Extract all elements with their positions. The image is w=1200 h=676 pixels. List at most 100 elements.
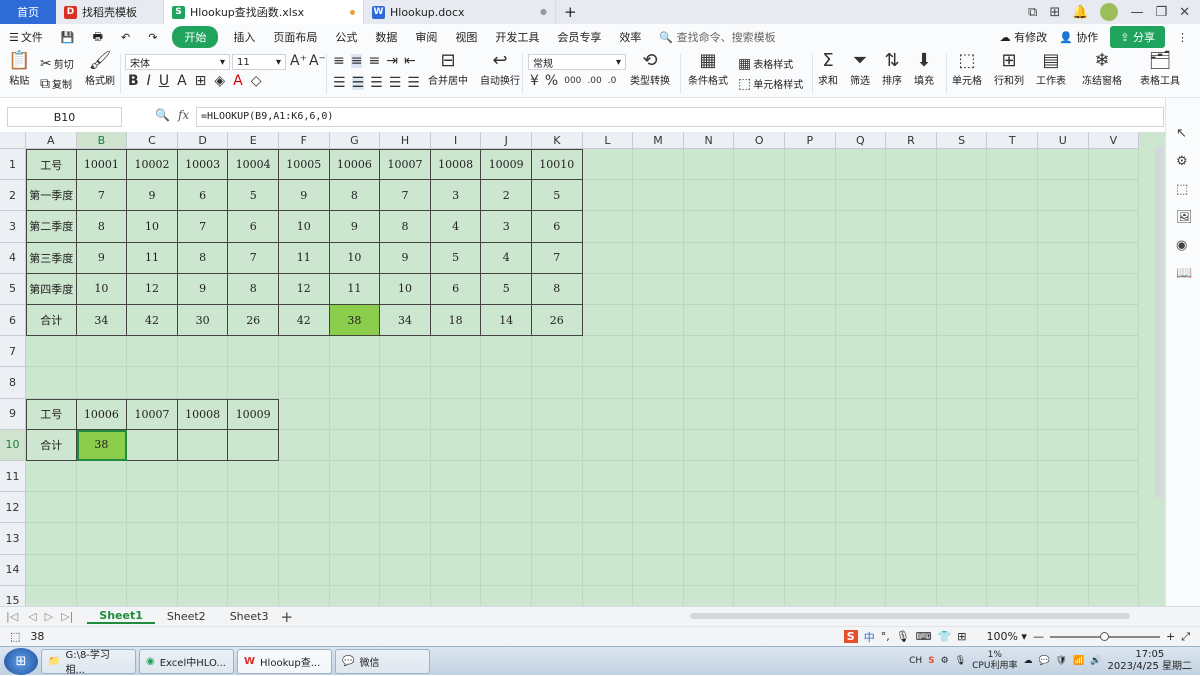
row-header-9[interactable]: 9 [0,398,26,430]
cell-d4[interactable]: 8 [177,242,229,274]
cell-c9[interactable]: 10007 [127,398,178,430]
zoom-in-icon[interactable]: + [1166,630,1175,643]
column-header-m[interactable]: M [633,132,684,149]
task-wps[interactable]: W Hlookup查... [237,648,332,674]
cell-k1[interactable]: 10010 [532,149,583,181]
avatar[interactable] [1100,3,1119,21]
undo-icon[interactable]: ↶ [112,31,139,44]
spreadsheet-grid[interactable]: A B C D E F G H I J K L M N O P Q R S T U V 1 2 3 4 5 6 7 8 9 10 11 12 13 1… [0,132,1165,606]
cell-a9[interactable]: 工号 [26,398,77,430]
cell-e10[interactable] [228,429,279,461]
cell-e2[interactable]: 5 [228,180,279,212]
row-header-4[interactable]: 4 [0,242,26,274]
row-header-5[interactable]: 5 [0,273,26,305]
more-icon[interactable]: ⋮ [1177,31,1188,44]
cell-k3[interactable]: 6 [532,211,583,243]
row-header-13[interactable]: 13 [0,523,26,555]
cell-c3[interactable]: 10 [127,211,178,243]
cell-k5[interactable]: 8 [532,273,583,305]
cell-i5[interactable]: 6 [430,273,482,305]
grid-apps-icon[interactable]: ⊞ [1049,6,1060,19]
tray-icon[interactable]: ⚙ [941,656,949,666]
row-header-14[interactable]: 14 [0,554,26,586]
cell-g2[interactable]: 8 [329,180,381,212]
cell-h5[interactable]: 10 [380,273,431,305]
sliders-icon[interactable]: ⚙ [1176,154,1188,169]
decrease-decimal-icon[interactable]: .0 [608,76,617,86]
collab-button[interactable]: 👤 协作 [1059,29,1098,45]
horizontal-scrollbar[interactable] [690,613,1130,619]
cell-style-button[interactable]: ⬚ 单元格样式 [738,76,803,92]
copy-button[interactable]: ⧉ 复制 [40,76,72,92]
layout-icon[interactable]: ⧉ [1028,6,1037,19]
cell-b10[interactable]: 38 [76,429,128,461]
row-header-8[interactable]: 8 [0,367,26,399]
cell-i3[interactable]: 4 [430,211,482,243]
close-tab-icon[interactable]: ● [540,8,547,16]
language-indicator[interactable]: CH [909,656,922,666]
cell-b6[interactable]: 34 [76,305,128,337]
cell-h2[interactable]: 7 [380,180,431,212]
cell-c4[interactable]: 11 [127,242,178,274]
add-sheet-button[interactable]: + [281,608,294,626]
font-size-select[interactable]: 11 ▾ [232,54,286,70]
cursor-icon[interactable]: ↖ [1176,126,1187,141]
sogou-tray-icon[interactable]: S [928,656,934,666]
font-shrink-icon[interactable]: A⁻ [309,54,326,68]
crop-icon[interactable]: ⬚ [1176,182,1188,197]
clear-format-icon[interactable]: ◇ [251,74,262,88]
tab-docer-templates[interactable]: D 找稻壳模板 [56,0,164,24]
cell-j4[interactable]: 4 [481,242,532,274]
column-header-f[interactable]: F [279,132,330,149]
cell-k2[interactable]: 5 [532,180,583,212]
task-excel[interactable]: ◉ Excel中HLO... [139,648,234,674]
cell-j5[interactable]: 5 [481,273,532,305]
cell-j6[interactable]: 14 [481,305,532,337]
type-convert-button[interactable]: ⟲ 类型转换 [630,52,670,88]
increase-decimal-icon[interactable]: .00 [587,76,601,86]
cell-h1[interactable]: 10007 [380,149,431,181]
task-wechat[interactable]: 💬 微信 [335,648,430,674]
cell-c5[interactable]: 12 [127,273,178,305]
align-top-icon[interactable]: ≡ [333,54,345,68]
outdent-icon[interactable]: ⇤ [404,54,416,68]
cell-i4[interactable]: 5 [430,242,482,274]
image-icon[interactable]: 🖼 [1176,210,1193,225]
cell-i1[interactable]: 10008 [430,149,482,181]
cell-a5[interactable]: 第四季度 [26,273,77,305]
column-header-q[interactable]: Q [835,132,887,149]
redo-icon[interactable]: ↷ [139,31,166,44]
zoom-search-icon[interactable]: 🔍 [155,108,170,122]
share-button[interactable]: ⇪ 分享 [1110,26,1165,48]
sheet-tab-1[interactable]: Sheet1 [87,609,155,624]
save-icon[interactable]: 💾 [52,31,84,44]
cell-c2[interactable]: 9 [127,180,178,212]
sheet-tab-3[interactable]: Sheet3 [218,610,281,623]
menu-file[interactable]: 文件 [21,29,52,45]
format-painter-button[interactable]: 🖌 格式刷 [85,52,115,88]
row-header-2[interactable]: 2 [0,180,26,212]
indent-icon[interactable]: ⇥ [386,54,398,68]
row-header-10[interactable]: 10 [0,429,26,461]
start-button[interactable]: ⊞ [4,647,38,675]
menu-review[interactable]: 审阅 [406,29,446,45]
align-right-icon[interactable]: ☰ [370,76,383,90]
cell-f6[interactable]: 42 [279,305,330,337]
cell-c6[interactable]: 42 [127,305,178,337]
cell-j3[interactable]: 3 [481,211,532,243]
row-col-button[interactable]: ⊞ 行和列 [994,52,1024,88]
column-header-n[interactable]: N [683,132,735,149]
cell-i6[interactable]: 18 [430,305,482,337]
clock[interactable]: 17:05 2023/4/25 星期二 [1108,649,1192,673]
cell-a3[interactable]: 第二季度 [26,211,77,243]
row-header-12[interactable]: 12 [0,492,26,524]
fullscreen-icon[interactable]: ⤢ [1181,630,1190,644]
fill-button[interactable]: ⬇ 填充 [914,52,934,88]
restore-icon[interactable]: ❐ [1155,6,1167,19]
menu-member[interactable]: 会员专享 [548,29,610,45]
cloud-icon[interactable]: ☁ [1023,656,1032,666]
cell-a1[interactable]: 工号 [26,149,77,181]
cell-f4[interactable]: 11 [279,242,330,274]
align-left-icon[interactable]: ☰ [333,76,346,90]
first-sheet-icon[interactable]: |◁ [0,610,24,623]
